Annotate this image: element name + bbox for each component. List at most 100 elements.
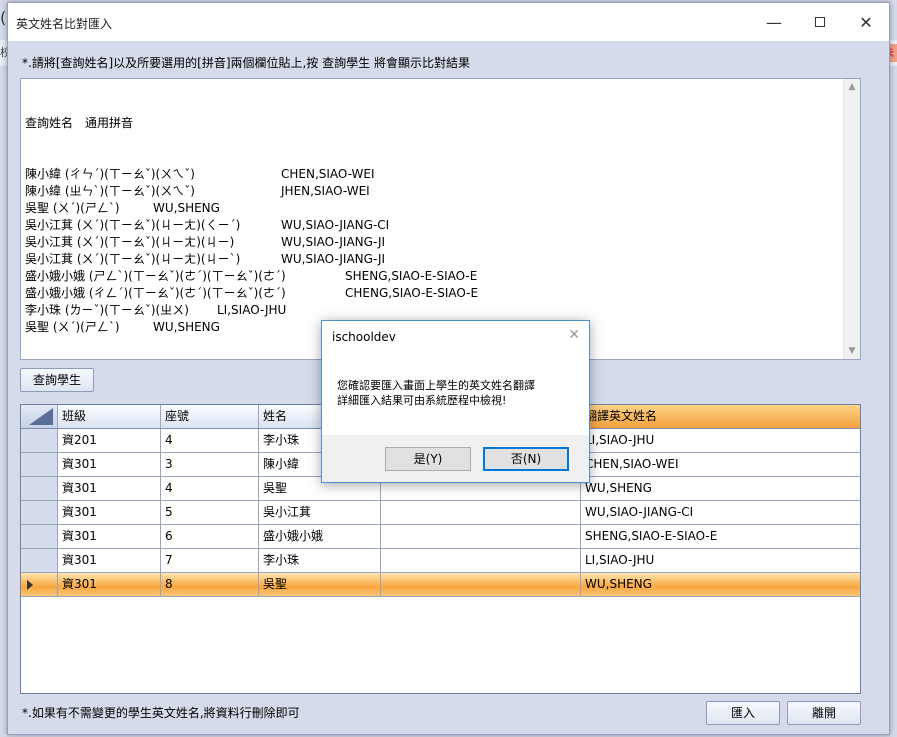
textbox-header: 查詢姓名 通用拼音 (25, 116, 134, 130)
row-header[interactable] (21, 501, 58, 525)
table-row[interactable]: 資301 5 吳小江萁 WU,SIAO-JIANG-CI (21, 501, 860, 525)
dialog-close-icon[interactable]: ✕ (568, 327, 580, 343)
cell-extra[interactable] (381, 525, 581, 549)
cell-class[interactable]: 資301 (58, 549, 161, 573)
cell-seat[interactable]: 7 (161, 549, 259, 573)
textbox-line-pinyin: JHEN,SIAO-WEI (281, 184, 370, 198)
cell-seat[interactable]: 5 (161, 501, 259, 525)
textbox-line-query-name: 盛小娥小娥 (ㄔㄥˊ)(ㄒㄧㄠˇ)(ㄜˊ)(ㄒㄧㄠˇ)(ㄜˊ) (25, 286, 286, 300)
cell-name[interactable]: 李小珠 (259, 549, 381, 573)
cell-english-name[interactable]: WU,SHENG (581, 573, 860, 597)
title-bar[interactable]: 英文姓名比對匯入 — ✕ (8, 3, 889, 41)
column-header-class[interactable]: 班級 (58, 405, 161, 429)
maximize-button[interactable] (797, 3, 843, 41)
cell-class[interactable]: 資301 (58, 477, 161, 501)
background-text: ( (0, 8, 7, 27)
textbox-line-pinyin: CHEN,SIAO-WEI (281, 167, 375, 181)
window-title: 英文姓名比對匯入 (16, 17, 113, 31)
cell-english-name[interactable]: SHENG,SIAO-E-SIAO-E (581, 525, 860, 549)
textbox-line: 盛小娥小娥 (ㄕㄥˋ)(ㄒㄧㄠˇ)(ㄜˊ)(ㄒㄧㄠˇ)(ㄜˊ) SHENG,SIA… (25, 268, 842, 285)
cell-class[interactable]: 資301 (58, 501, 161, 525)
dialog-message-line2: 詳細匯入結果可由系統歷程中檢視! (337, 394, 507, 407)
textbox-line-pinyin: CHENG,SIAO-E-SIAO-E (345, 286, 479, 300)
textbox-line-query-name: 吳聖 (ㄨˊ)(ㄕㄥˋ) (25, 320, 120, 334)
cell-seat[interactable]: 6 (161, 525, 259, 549)
textbox-line: 吳聖 (ㄨˊ)(ㄕㄥˋ) WU,SHENG (25, 200, 842, 217)
column-header-english-name[interactable]: 翻譯英文姓名 (581, 405, 860, 429)
instruction-text: *.請將[查詢姓名]以及所要選用的[拼音]兩個欄位貼上,按 查詢學生 將會顯示比… (22, 56, 470, 70)
textbox-scrollbar[interactable]: ▲ ▼ (843, 79, 860, 359)
row-header[interactable] (21, 477, 58, 501)
textbox-line-pinyin: LI,SIAO-JHU (217, 303, 287, 317)
textbox-line-pinyin: WU,SHENG (153, 201, 220, 215)
row-header[interactable] (21, 453, 58, 477)
textbox-line-query-name: 陳小緯 (ㄔㄣˊ)(ㄒㄧㄠˇ)(ㄨㄟˇ) (25, 167, 195, 181)
cell-extra[interactable] (381, 501, 581, 525)
cell-name[interactable]: 盛小娥小娥 (259, 525, 381, 549)
scroll-down-icon[interactable]: ▼ (844, 343, 860, 359)
row-header[interactable] (21, 429, 58, 453)
textbox-line: 李小珠 (ㄌㄧˇ)(ㄒㄧㄠˇ)(ㄓㄨ) LI,SIAO-JHU (25, 302, 842, 319)
cell-class[interactable]: 資301 (58, 573, 161, 597)
minimize-button[interactable]: — (751, 3, 797, 41)
maximize-icon (815, 17, 825, 27)
cell-class[interactable]: 資301 (58, 453, 161, 477)
cell-seat[interactable]: 4 (161, 429, 259, 453)
textbox-line-pinyin: WU,SIAO-JIANG-JI (281, 252, 386, 266)
textbox-line: 吳小江萁 (ㄨˊ)(ㄒㄧㄠˇ)(ㄐㄧㄤ)(ㄐㄧ) WU,SIAO-JIANG-JI (25, 234, 842, 251)
scroll-up-icon[interactable]: ▲ (844, 79, 860, 95)
column-header-seat[interactable]: 座號 (161, 405, 259, 429)
textbox-line: 陳小緯 (ㄓㄣˋ)(ㄒㄧㄠˇ)(ㄨㄟˇ) JHEN,SIAO-WEI (25, 183, 842, 200)
textbox-header-line: 查詢姓名 通用拼音 (25, 115, 842, 132)
row-header[interactable] (21, 525, 58, 549)
cell-seat[interactable]: 3 (161, 453, 259, 477)
table-row[interactable]: 資301 8 吳聖 WU,SHENG (21, 573, 860, 597)
cell-english-name[interactable]: CHEN,SIAO-WEI (581, 453, 860, 477)
textbox-line-query-name: 陳小緯 (ㄓㄣˋ)(ㄒㄧㄠˇ)(ㄨㄟˇ) (25, 184, 195, 198)
textbox-line-pinyin: WU,SHENG (153, 320, 220, 334)
textbox-line-query-name: 吳小江萁 (ㄨˊ)(ㄒㄧㄠˇ)(ㄐㄧㄤ)(ㄐㄧ) (25, 235, 235, 249)
table-row[interactable]: 資301 7 李小珠 LI,SIAO-JHU (21, 549, 860, 573)
row-header[interactable] (21, 549, 58, 573)
textbox-line: 吳小江萁 (ㄨˊ)(ㄒㄧㄠˇ)(ㄐㄧㄤ)(ㄐㄧˋ) WU,SIAO-JIANG-J… (25, 251, 842, 268)
close-button[interactable]: ✕ (843, 3, 889, 41)
row-header[interactable] (21, 573, 58, 597)
textbox-line-query-name: 李小珠 (ㄌㄧˇ)(ㄒㄧㄠˇ)(ㄓㄨ) (25, 303, 189, 317)
dialog-footer: 是(Y) 否(N) (322, 435, 589, 482)
confirm-dialog: ischooldev ✕ 您確認要匯入畫面上學生的英文姓名翻譯 詳細匯入結果可由… (321, 320, 590, 483)
textbox-content: 查詢姓名 通用拼音 陳小緯 (ㄔㄣˊ)(ㄒㄧㄠˇ)(ㄨㄟˇ) CHEN,SIAO-… (25, 81, 842, 336)
textbox-line-query-name: 吳聖 (ㄨˊ)(ㄕㄥˋ) (25, 201, 120, 215)
cell-seat[interactable]: 4 (161, 477, 259, 501)
cell-english-name[interactable]: LI,SIAO-JHU (581, 429, 860, 453)
cell-name[interactable]: 吳小江萁 (259, 501, 381, 525)
leave-button[interactable]: 離開 (787, 701, 861, 725)
cell-english-name[interactable]: WU,SIAO-JIANG-CI (581, 501, 860, 525)
dialog-yes-button[interactable]: 是(Y) (385, 447, 471, 471)
cell-extra[interactable] (381, 573, 581, 597)
cell-name[interactable]: 吳聖 (259, 573, 381, 597)
query-students-button[interactable]: 查詢學生 (20, 368, 94, 392)
grid-corner[interactable] (21, 405, 58, 429)
dialog-message: 您確認要匯入畫面上學生的英文姓名翻譯 詳細匯入結果可由系統歷程中檢視! (337, 378, 535, 408)
textbox-line-query-name: 吳小江萁 (ㄨˊ)(ㄒㄧㄠˇ)(ㄐㄧㄤ)(ㄑㄧˊ) (25, 218, 241, 232)
textbox-line: 陳小緯 (ㄔㄣˊ)(ㄒㄧㄠˇ)(ㄨㄟˇ) CHEN,SIAO-WEI (25, 166, 842, 183)
dialog-no-button[interactable]: 否(N) (483, 447, 569, 471)
textbox-line-pinyin: WU,SIAO-JIANG-CI (281, 218, 390, 232)
close-icon: ✕ (859, 12, 873, 32)
textbox-line-pinyin: SHENG,SIAO-E-SIAO-E (345, 269, 478, 283)
dialog-message-line1: 您確認要匯入畫面上學生的英文姓名翻譯 (337, 379, 535, 392)
name-input-textbox[interactable]: 查詢姓名 通用拼音 陳小緯 (ㄔㄣˊ)(ㄒㄧㄠˇ)(ㄨㄟˇ) CHEN,SIAO-… (20, 78, 861, 360)
note-text: *.如果有不需變更的學生英文姓名,將資料行刪除即可 (22, 706, 300, 720)
cell-class[interactable]: 資301 (58, 525, 161, 549)
import-button[interactable]: 匯入 (706, 701, 780, 725)
minimize-icon: — (766, 12, 782, 32)
cell-english-name[interactable]: WU,SHENG (581, 477, 860, 501)
textbox-line-pinyin: WU,SIAO-JIANG-JI (281, 235, 386, 249)
cell-seat[interactable]: 8 (161, 573, 259, 597)
textbox-line: 吳小江萁 (ㄨˊ)(ㄒㄧㄠˇ)(ㄐㄧㄤ)(ㄑㄧˊ) WU,SIAO-JIANG-C… (25, 217, 842, 234)
cell-english-name[interactable]: LI,SIAO-JHU (581, 549, 860, 573)
cell-extra[interactable] (381, 549, 581, 573)
table-row[interactable]: 資301 6 盛小娥小娥 SHENG,SIAO-E-SIAO-E (21, 525, 860, 549)
textbox-line-query-name: 吳小江萁 (ㄨˊ)(ㄒㄧㄠˇ)(ㄐㄧㄤ)(ㄐㄧˋ) (25, 252, 241, 266)
cell-class[interactable]: 資201 (58, 429, 161, 453)
